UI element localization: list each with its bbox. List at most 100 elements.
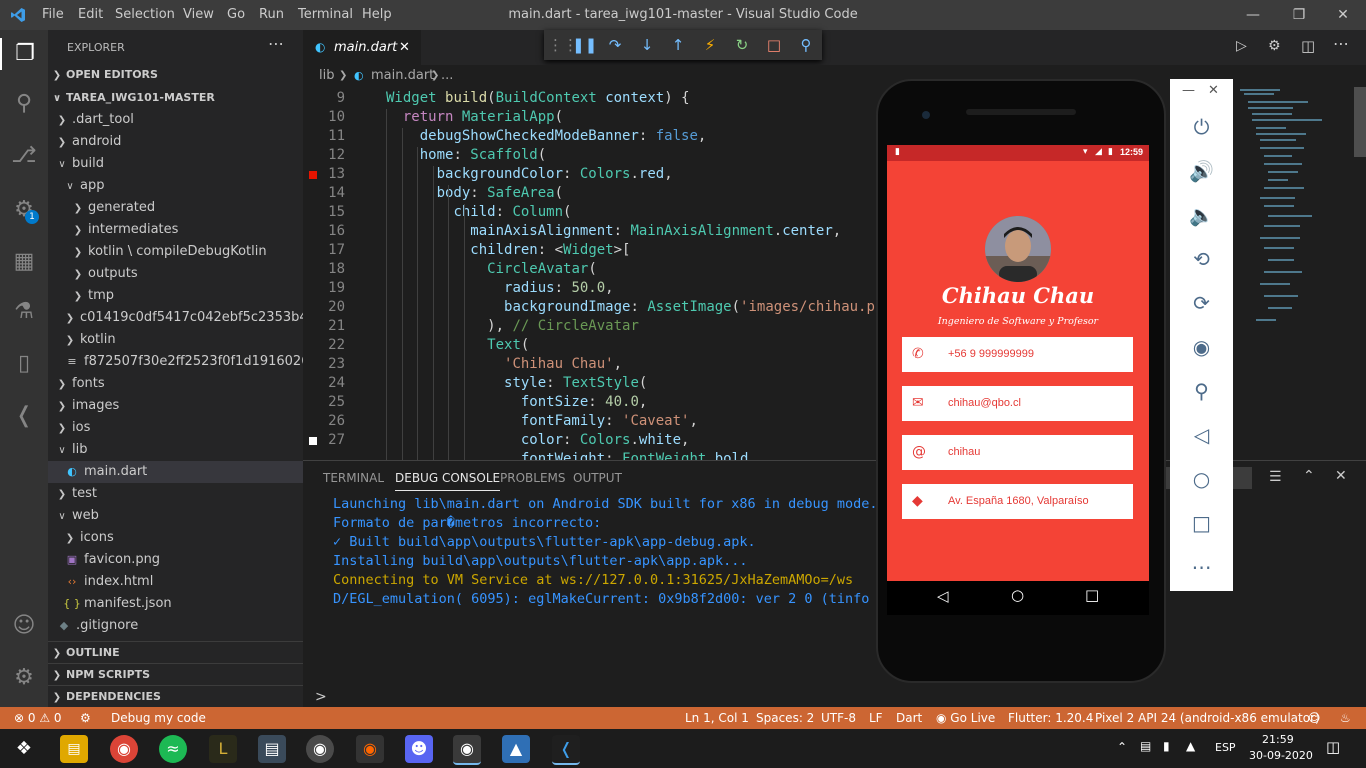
photos-icon[interactable]: ▲ [502, 735, 530, 763]
code-line[interactable]: debugShowCheckedModeBanner: false, [386, 128, 707, 144]
tree-item[interactable]: ∨ build [48, 153, 303, 175]
menu-view[interactable]: View [183, 7, 214, 22]
run-icon[interactable]: ▷ [1236, 38, 1247, 54]
rotate-right-icon[interactable]: ⟳ [1170, 291, 1233, 315]
action-center-icon[interactable]: ◫ [1326, 738, 1340, 756]
spotify-icon[interactable]: ≈ [159, 735, 187, 763]
code-line[interactable]: fontSize: 40.0, [386, 394, 647, 410]
tree-item[interactable]: ◐ main.dart [48, 461, 303, 483]
tray-network-icon[interactable]: ▤ [1140, 739, 1151, 753]
menu-terminal[interactable]: Terminal [298, 7, 353, 22]
outline-section[interactable]: ❯ OUTLINE [48, 641, 303, 664]
settings-gear-icon[interactable]: ⚙ [8, 662, 40, 694]
open-editors-section[interactable]: ❯ OPEN EDITORS [48, 64, 303, 86]
editor-scrollbar[interactable] [1354, 87, 1366, 157]
tree-item[interactable]: ❯ kotlin [48, 329, 303, 351]
hot-reload-bolt-icon[interactable]: ⚡ [699, 34, 721, 56]
contact-card[interactable]: @ chihau [902, 435, 1133, 470]
contact-card[interactable]: ✆ +56 9 999999999 [902, 337, 1133, 372]
back-icon[interactable]: ◁ [937, 587, 949, 605]
origin-icon[interactable]: ◉ [356, 735, 384, 763]
power-icon[interactable]: ⏻ [1170, 115, 1233, 139]
breakpoint-marker[interactable] [309, 171, 317, 179]
menu-file[interactable]: File [42, 7, 64, 22]
tree-item[interactable]: ❯ generated [48, 197, 303, 219]
tab-terminal[interactable]: TERMINAL [323, 471, 384, 485]
code-line[interactable]: home: Scaffold( [386, 147, 546, 163]
menu-help[interactable]: Help [362, 7, 392, 22]
dependencies-section[interactable]: ❯ DEPENDENCIES [48, 685, 303, 708]
tree-item[interactable]: ❯ outputs [48, 263, 303, 285]
tray-battery-icon[interactable]: ▮ [1163, 739, 1170, 753]
tab-output[interactable]: OUTPUT [573, 471, 622, 485]
tree-item[interactable]: ∨ app [48, 175, 303, 197]
code-line[interactable]: backgroundColor: Colors.red, [386, 166, 673, 182]
maximize-panel-icon[interactable]: ⌃ [1303, 468, 1315, 484]
indentation-status[interactable]: Spaces: 2 [756, 707, 814, 729]
language-mode[interactable]: Dart [896, 707, 922, 729]
discord-icon[interactable]: ☻ [405, 735, 433, 763]
restart-icon[interactable]: ↻ [731, 34, 753, 56]
emulator-close-icon[interactable]: ✕ [1208, 83, 1219, 98]
eol-status[interactable]: LF [869, 707, 883, 729]
tree-item[interactable]: ▣ favicon.png [48, 549, 303, 571]
debug-config-status[interactable]: Debug my code [111, 707, 206, 729]
cursor-position[interactable]: Ln 1, Col 1 [685, 707, 749, 729]
encoding-status[interactable]: UTF-8 [821, 707, 856, 729]
tray-chevron-icon[interactable]: ⌃ [1117, 740, 1127, 754]
file-explorer-icon[interactable]: ▤ [60, 735, 88, 763]
tree-item[interactable]: ❯ images [48, 395, 303, 417]
language-indicator[interactable]: ESP [1215, 741, 1236, 754]
clear-console-icon[interactable]: ☰ [1269, 469, 1282, 485]
search-icon[interactable]: ⚲ [8, 88, 40, 120]
zoom-icon[interactable]: ⚲ [1170, 379, 1233, 403]
windows-start-icon[interactable]: ❖ [10, 735, 38, 763]
flutter-version[interactable]: Flutter: 1.20.4 [1008, 707, 1093, 729]
contact-card[interactable]: ✉ chihau@qbo.cl [902, 386, 1133, 421]
code-line[interactable]: radius: 50.0, [386, 280, 614, 296]
code-line[interactable]: ), // CircleAvatar [386, 318, 639, 334]
close-panel-icon[interactable]: ✕ [1335, 468, 1347, 484]
extensions-icon[interactable]: ▦ [8, 246, 40, 278]
step-out-icon[interactable]: ↑ [667, 34, 689, 56]
tray-volume-icon[interactable]: ▲ [1186, 739, 1195, 753]
inspect-widget-icon[interactable]: ⚲ [795, 34, 817, 56]
feedback-icon[interactable]: ☺ [1308, 707, 1321, 729]
emulator-minimize-icon[interactable]: — [1182, 83, 1195, 98]
code-line[interactable]: Text( [386, 337, 529, 353]
emulator-home-icon[interactable]: ○ [1170, 467, 1233, 491]
device-icon[interactable]: ▯ [8, 348, 40, 380]
tree-item[interactable]: ❯ android [48, 131, 303, 153]
menu-run[interactable]: Run [259, 7, 284, 22]
notifications-bell-icon[interactable]: ♨ [1340, 707, 1351, 729]
source-control-icon[interactable]: ⎇ [8, 140, 40, 172]
code-line[interactable]: style: TextStyle( [386, 375, 647, 391]
home-icon[interactable]: ○ [1011, 586, 1024, 604]
debug-launch-icon[interactable]: ⚙ [80, 707, 91, 729]
code-line[interactable]: child: Column( [386, 204, 571, 220]
restore-button[interactable]: ❐ [1284, 4, 1314, 26]
breadcrumb-more[interactable]: ... [441, 65, 453, 87]
stop-icon[interactable]: □ [763, 34, 785, 56]
explorer-icon[interactable]: ❐ [0, 38, 48, 70]
drag-handle-icon[interactable]: ⋮⋮ [548, 34, 578, 56]
emulator-more-icon[interactable]: ⋯ [1170, 555, 1233, 579]
code-line[interactable]: 'Chihau Chau', [386, 356, 622, 372]
chrome-icon[interactable]: ◉ [110, 735, 138, 763]
device-selector[interactable]: Pixel 2 API 24 (android-x86 emulator) [1095, 707, 1320, 729]
media-player-icon[interactable]: ◉ [306, 735, 334, 763]
tab-problems[interactable]: PROBLEMS [500, 471, 566, 485]
volume-up-icon[interactable]: 🔊 [1170, 159, 1233, 183]
testing-icon[interactable]: ⚗ [8, 296, 40, 328]
minimize-button[interactable]: — [1238, 4, 1268, 26]
problems-status[interactable]: ⊗ 0 ⚠ 0 [14, 707, 62, 729]
league-of-legends-icon[interactable]: L [209, 735, 237, 763]
rotate-left-icon[interactable]: ⟲ [1170, 247, 1233, 271]
emulator-back-icon[interactable]: ◁ [1170, 423, 1233, 447]
code-line[interactable]: children: <Widget>[ [386, 242, 630, 258]
tree-item[interactable]: ❯ icons [48, 527, 303, 549]
task-manager-icon[interactable]: ▤ [258, 735, 286, 763]
close-window-button[interactable]: ✕ [1328, 4, 1358, 26]
step-into-icon[interactable]: ↓ [636, 34, 658, 56]
more-actions-icon[interactable]: ⋯ [268, 34, 284, 53]
